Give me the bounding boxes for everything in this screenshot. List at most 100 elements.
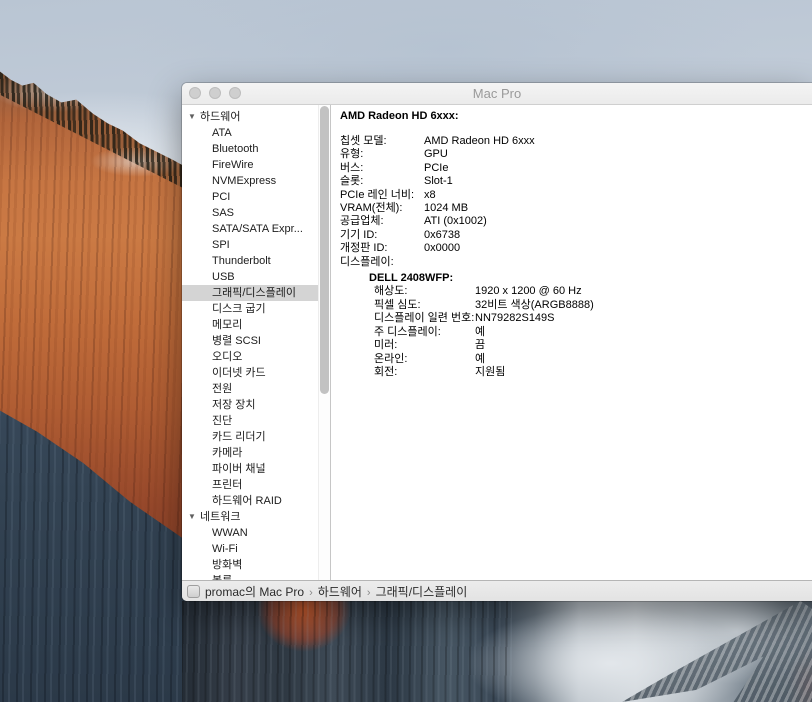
sidebar-item[interactable]: 파이버 채널 [182, 461, 318, 477]
display-heading: DELL 2408WFP: [369, 272, 812, 285]
breadcrumb-segment[interactable]: 그래픽/디스플레이 [376, 585, 468, 599]
info-row: 칩셋 모델:AMD Radeon HD 6xxx [340, 135, 812, 148]
info-row: PCIe 레인 너비:x8 [340, 189, 812, 202]
sidebar-item[interactable]: 카메라 [182, 445, 318, 461]
sidebar-item[interactable]: 디스크 굽기 [182, 301, 318, 317]
sidebar-item[interactable]: 진단 [182, 413, 318, 429]
info-row: 디스플레이: [340, 256, 812, 269]
info-value: x8 [424, 189, 812, 202]
sidebar-item[interactable]: 전원 [182, 381, 318, 397]
zoom-button[interactable] [229, 87, 241, 99]
breadcrumb-bar: promac의 Mac Pro›하드웨어›그래픽/디스플레이 [182, 580, 812, 601]
info-row: 주 디스플레이:예 [374, 326, 812, 339]
info-row: 해상도:1920 x 1200 @ 60 Hz [374, 285, 812, 298]
info-value: 예 [475, 326, 812, 339]
sidebar-item[interactable]: WWAN [182, 525, 318, 541]
computer-icon [187, 585, 200, 598]
info-label: VRAM(전체): [340, 202, 424, 215]
info-row: 기기 ID:0x6738 [340, 229, 812, 242]
sidebar-item[interactable]: SAS [182, 205, 318, 221]
info-label: 픽셀 심도: [374, 299, 475, 312]
sidebar-item[interactable]: 저장 장치 [182, 397, 318, 413]
sidebar-item[interactable]: 메모리 [182, 317, 318, 333]
sidebar-item[interactable]: SATA/SATA Expr... [182, 221, 318, 237]
sidebar-item[interactable]: 이더넷 카드 [182, 365, 318, 381]
info-value: 1920 x 1200 @ 60 Hz [475, 285, 812, 298]
info-value [424, 256, 812, 269]
info-label: 온라인: [374, 353, 475, 366]
info-value: AMD Radeon HD 6xxx [424, 135, 812, 148]
info-value: ATI (0x1002) [424, 215, 812, 228]
sidebar-item[interactable]: 프린터 [182, 477, 318, 493]
info-label: 주 디스플레이: [374, 326, 475, 339]
info-label: 회전: [374, 366, 475, 379]
info-label: PCIe 레인 너비: [340, 189, 424, 202]
info-value: 0x0000 [424, 242, 812, 255]
sidebar-group-header[interactable]: ▼네트워크 [182, 509, 318, 525]
sidebar-item[interactable]: 카드 리더기 [182, 429, 318, 445]
scrollbar-thumb[interactable] [320, 106, 329, 394]
info-row: 버스:PCIe [340, 162, 812, 175]
breadcrumb-separator: › [309, 587, 313, 599]
sidebar-item[interactable]: PCI [182, 189, 318, 205]
sidebar-item[interactable]: 병렬 SCSI [182, 333, 318, 349]
window-title: Mac Pro [473, 86, 521, 101]
wallpaper-snow-ridge [622, 601, 812, 702]
info-value: 지원됨 [475, 366, 812, 379]
minimize-button[interactable] [209, 87, 221, 99]
sidebar-group-header[interactable]: ▼하드웨어 [182, 109, 318, 125]
info-value: NN79282S149S [475, 312, 812, 325]
info-value: 32비트 색상(ARGB8888) [475, 299, 812, 312]
info-row: 픽셀 심도:32비트 색상(ARGB8888) [374, 299, 812, 312]
info-label: 디스플레이: [340, 256, 424, 269]
disclosure-triangle-icon[interactable]: ▼ [188, 109, 200, 125]
sidebar-scrollbar[interactable] [318, 105, 331, 580]
info-row: 회전:지원됨 [374, 366, 812, 379]
system-information-window: Mac Pro ▼하드웨어ATABluetoothFireWireNVMExpr… [182, 83, 812, 601]
info-value: PCIe [424, 162, 812, 175]
info-row: 공급업체:ATI (0x1002) [340, 215, 812, 228]
sidebar-item[interactable]: 하드웨어 RAID [182, 493, 318, 509]
info-value: Slot-1 [424, 175, 812, 188]
sidebar-item[interactable]: 방화벽 [182, 557, 318, 573]
breadcrumb: promac의 Mac Pro›하드웨어›그래픽/디스플레이 [205, 583, 467, 600]
close-button[interactable] [189, 87, 201, 99]
info-label: 해상도: [374, 285, 475, 298]
sidebar-item[interactable]: Wi-Fi [182, 541, 318, 557]
sidebar-item[interactable]: 볼륨 [182, 573, 318, 580]
sidebar-item[interactable]: Thunderbolt [182, 253, 318, 269]
info-label: 디스플레이 일련 번호: [374, 312, 475, 325]
sidebar-item[interactable]: Bluetooth [182, 141, 318, 157]
info-label: 미러: [374, 339, 475, 352]
info-label: 칩셋 모델: [340, 135, 424, 148]
sidebar-item[interactable]: 그래픽/디스플레이 [182, 285, 318, 301]
sidebar-item[interactable]: NVMExpress [182, 173, 318, 189]
disclosure-triangle-icon[interactable]: ▼ [188, 509, 200, 525]
gpu-heading: AMD Radeon HD 6xxx: [340, 109, 812, 123]
titlebar[interactable]: Mac Pro [182, 83, 812, 105]
info-label: 슬롯: [340, 175, 424, 188]
info-row: 유형:GPU [340, 148, 812, 161]
gpu-detail-rows: 칩셋 모델:AMD Radeon HD 6xxx유형:GPU버스:PCIe슬롯:… [340, 135, 812, 269]
info-row: 온라인:예 [374, 353, 812, 366]
info-value: 끔 [475, 339, 812, 352]
sidebar-item[interactable]: 오디오 [182, 349, 318, 365]
info-row: 슬롯:Slot-1 [340, 175, 812, 188]
info-value: GPU [424, 148, 812, 161]
info-label: 버스: [340, 162, 424, 175]
sidebar-item[interactable]: USB [182, 269, 318, 285]
info-row: 미러:끔 [374, 339, 812, 352]
sidebar-item[interactable]: SPI [182, 237, 318, 253]
window-body: ▼하드웨어ATABluetoothFireWireNVMExpressPCISA… [182, 105, 812, 580]
breadcrumb-segment[interactable]: 하드웨어 [318, 585, 362, 599]
sidebar-item[interactable]: FireWire [182, 157, 318, 173]
breadcrumb-segment[interactable]: promac의 Mac Pro [205, 585, 304, 599]
wallpaper-rock-texture [182, 601, 512, 702]
sidebar-item[interactable]: ATA [182, 125, 318, 141]
info-label: 공급업체: [340, 215, 424, 228]
info-label: 기기 ID: [340, 229, 424, 242]
wallpaper-valley [182, 601, 812, 702]
info-value: 1024 MB [424, 202, 812, 215]
sidebar-list: ▼하드웨어ATABluetoothFireWireNVMExpressPCISA… [182, 105, 318, 580]
desktop: { "window": { "title": "Mac Pro", "traff… [0, 0, 812, 702]
